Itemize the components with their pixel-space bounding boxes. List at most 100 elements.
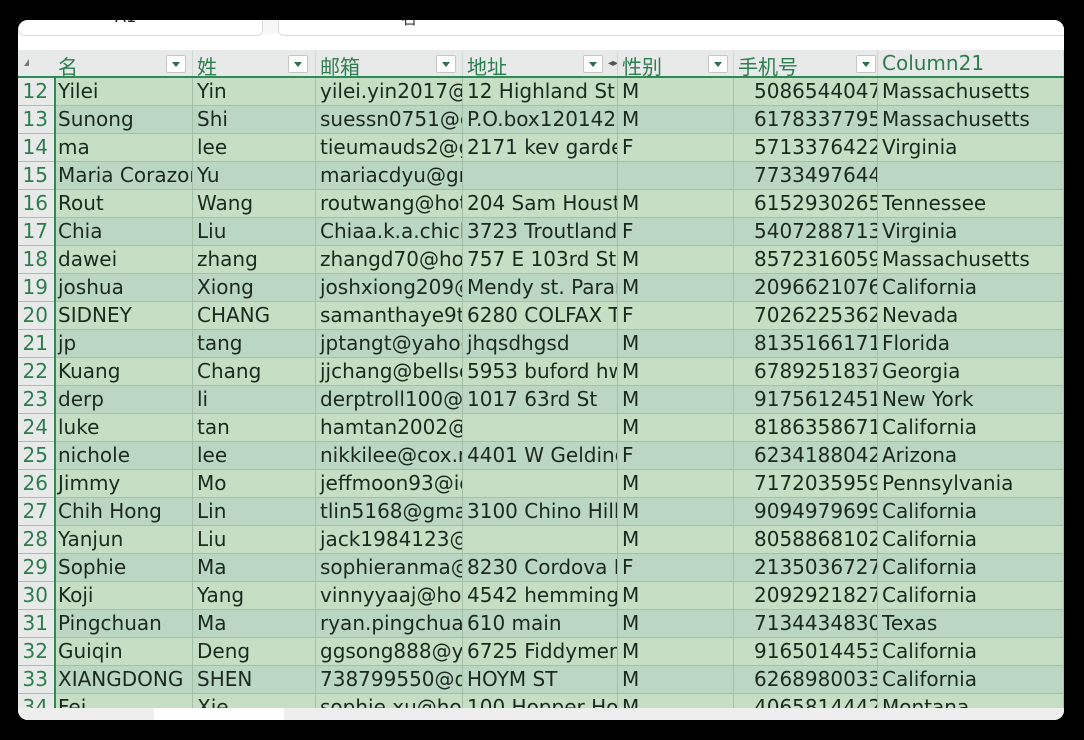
row-number[interactable]: 15 bbox=[18, 162, 54, 189]
cell-email[interactable]: zhangd70@ho bbox=[316, 246, 463, 273]
row-number[interactable]: 22 bbox=[18, 358, 54, 385]
cell-last-name[interactable]: Lin bbox=[193, 498, 316, 525]
row-number[interactable]: 27 bbox=[18, 498, 54, 525]
cell-email[interactable]: Chiaa.k.a.chichi bbox=[316, 218, 463, 245]
cell-email[interactable]: samanthaye9t3 bbox=[316, 302, 463, 329]
cell-last-name[interactable]: Liu bbox=[193, 218, 316, 245]
formula-input[interactable]: ⌕ fx 名 bbox=[278, 20, 1064, 36]
cell-address[interactable]: 6280 COLFAX T bbox=[463, 302, 618, 329]
cell-address[interactable]: 5953 buford hw bbox=[463, 358, 618, 385]
fx-icon[interactable]: fx bbox=[315, 20, 330, 24]
cell-first-name[interactable]: joshua bbox=[54, 274, 193, 301]
cell-last-name[interactable]: zhang bbox=[193, 246, 316, 273]
cell-phone[interactable]: 8186358671 bbox=[734, 414, 878, 441]
cell-gender[interactable]: M bbox=[618, 610, 734, 637]
cell-phone[interactable]: 6268980033 bbox=[734, 666, 878, 693]
cell-first-name[interactable]: Maria Corazon bbox=[54, 162, 193, 189]
cell-state[interactable]: California bbox=[878, 666, 1064, 693]
cell-gender[interactable]: M bbox=[618, 330, 734, 357]
cell-address[interactable]: 12 Highland St I bbox=[463, 78, 618, 105]
cell-last-name[interactable]: Xiong bbox=[193, 274, 316, 301]
cell-email[interactable]: sophieranma@ bbox=[316, 554, 463, 581]
cell-address[interactable] bbox=[463, 470, 618, 497]
column-header-email[interactable]: 邮箱 bbox=[316, 50, 463, 79]
row-number[interactable]: 31 bbox=[18, 610, 54, 637]
row-number[interactable]: 13 bbox=[18, 106, 54, 133]
name-box[interactable]: A1 bbox=[18, 20, 263, 36]
cell-first-name[interactable]: Chia bbox=[54, 218, 193, 245]
row-number[interactable]: 32 bbox=[18, 638, 54, 665]
cell-gender[interactable]: M bbox=[618, 386, 734, 413]
cell-address[interactable]: jhqsdhgsd bbox=[463, 330, 618, 357]
cell-state[interactable]: Massachusetts bbox=[878, 78, 1064, 105]
cell-state[interactable]: Pennsylvania bbox=[878, 470, 1064, 497]
cell-phone[interactable]: 7134434830 bbox=[734, 610, 878, 637]
cell-gender[interactable]: M bbox=[618, 414, 734, 441]
cell-first-name[interactable]: nichole bbox=[54, 442, 193, 469]
cell-first-name[interactable]: Koji bbox=[54, 582, 193, 609]
column-header-first-name[interactable]: 名 bbox=[54, 50, 193, 79]
cell-email[interactable]: derptroll100@ bbox=[316, 386, 463, 413]
cell-first-name[interactable]: Pingchuan bbox=[54, 610, 193, 637]
cell-address[interactable] bbox=[463, 162, 618, 189]
cell-first-name[interactable]: Jimmy bbox=[54, 470, 193, 497]
cell-email[interactable]: ryan.pingchuan bbox=[316, 610, 463, 637]
cell-gender[interactable]: M bbox=[618, 246, 734, 273]
cell-state[interactable]: California bbox=[878, 526, 1064, 553]
cell-phone[interactable]: 6234188042 bbox=[734, 442, 878, 469]
sheet-tab[interactable] bbox=[154, 708, 284, 720]
cell-last-name[interactable]: Yang bbox=[193, 582, 316, 609]
cell-phone[interactable]: 8572316059 bbox=[734, 246, 878, 273]
row-number[interactable]: 19 bbox=[18, 274, 54, 301]
cell-first-name[interactable]: Yilei bbox=[54, 78, 193, 105]
cell-state[interactable]: Virginia bbox=[878, 134, 1064, 161]
cell-last-name[interactable]: SHEN bbox=[193, 666, 316, 693]
cell-last-name[interactable]: lee bbox=[193, 134, 316, 161]
cell-gender[interactable]: M bbox=[618, 582, 734, 609]
cell-first-name[interactable]: SIDNEY bbox=[54, 302, 193, 329]
cell-state[interactable]: California bbox=[878, 274, 1064, 301]
cell-phone[interactable]: 6789251837 bbox=[734, 358, 878, 385]
cell-address[interactable] bbox=[463, 526, 618, 553]
row-number[interactable]: 12 bbox=[18, 78, 54, 105]
cell-email[interactable]: ggsong888@y bbox=[316, 638, 463, 665]
cell-gender[interactable]: M bbox=[618, 638, 734, 665]
cell-phone[interactable]: 6178337795 bbox=[734, 106, 878, 133]
cell-phone[interactable]: 5713376422 bbox=[734, 134, 878, 161]
row-number[interactable]: 24 bbox=[18, 414, 54, 441]
cell-gender[interactable]: F bbox=[618, 442, 734, 469]
cell-phone[interactable]: 6152930265 bbox=[734, 190, 878, 217]
cell-address[interactable]: 6725 Fiddyment bbox=[463, 638, 618, 665]
cell-first-name[interactable]: derp bbox=[54, 386, 193, 413]
filter-dropdown-icon[interactable] bbox=[583, 55, 603, 73]
cell-last-name[interactable]: Shi bbox=[193, 106, 316, 133]
cell-phone[interactable]: 2135036727 bbox=[734, 554, 878, 581]
cell-address[interactable]: 1017 63rd St bbox=[463, 386, 618, 413]
cell-last-name[interactable]: Liu bbox=[193, 526, 316, 553]
cell-phone[interactable]: 5086544047 bbox=[734, 78, 878, 105]
cell-address[interactable]: 8230 Cordova R bbox=[463, 554, 618, 581]
cell-first-name[interactable]: jp bbox=[54, 330, 193, 357]
cell-gender[interactable]: M bbox=[618, 498, 734, 525]
cell-gender[interactable]: M bbox=[618, 666, 734, 693]
cell-email[interactable]: vinnyyaaj@hotr bbox=[316, 582, 463, 609]
cell-email[interactable]: mariacdyu@gm bbox=[316, 162, 463, 189]
cell-last-name[interactable]: Ma bbox=[193, 554, 316, 581]
cell-last-name[interactable]: tan bbox=[193, 414, 316, 441]
row-number[interactable]: 30 bbox=[18, 582, 54, 609]
cell-address[interactable]: 3723 Troutland bbox=[463, 218, 618, 245]
cell-first-name[interactable]: dawei bbox=[54, 246, 193, 273]
cell-address[interactable]: HOYM ST bbox=[463, 666, 618, 693]
cell-state[interactable]: Massachusetts bbox=[878, 106, 1064, 133]
cell-gender[interactable]: F bbox=[618, 554, 734, 581]
column-header-address[interactable]: 地址 bbox=[463, 50, 618, 79]
cell-email[interactable]: joshxiong209@ bbox=[316, 274, 463, 301]
cell-address[interactable]: 3100 Chino Hills bbox=[463, 498, 618, 525]
cell-phone[interactable]: 8135166171 bbox=[734, 330, 878, 357]
cell-gender[interactable]: F bbox=[618, 134, 734, 161]
cell-first-name[interactable]: ma bbox=[54, 134, 193, 161]
cell-address[interactable]: Mendy st. Paran bbox=[463, 274, 618, 301]
row-number[interactable]: 17 bbox=[18, 218, 54, 245]
cell-state[interactable]: California bbox=[878, 582, 1064, 609]
cell-first-name[interactable]: Guiqin bbox=[54, 638, 193, 665]
